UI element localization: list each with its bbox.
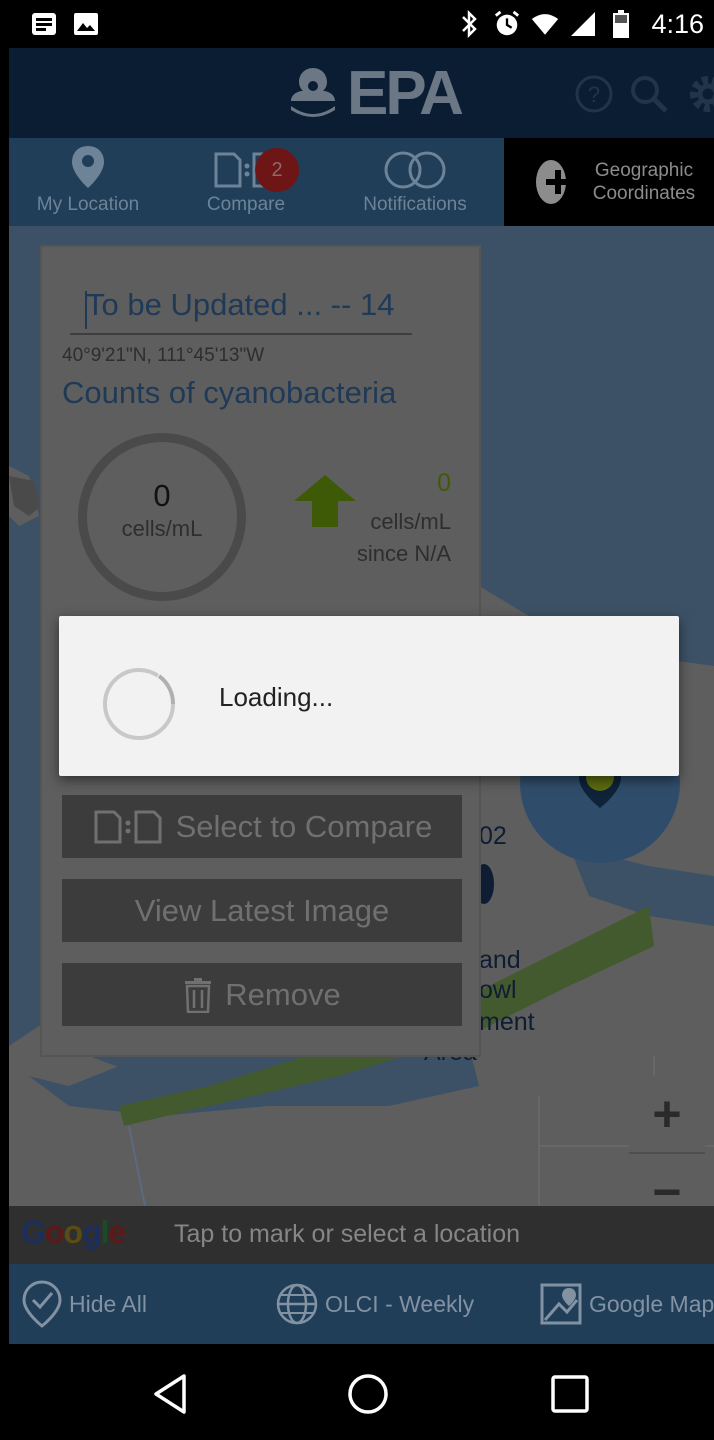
- location-coordinates: 40°9'21"N, 111°45'13"W: [62, 345, 265, 366]
- map-label-owl: owl: [479, 976, 517, 1004]
- app-header: EPA ?: [9, 48, 714, 138]
- zoom-in-button[interactable]: +: [629, 1076, 705, 1152]
- remove-button[interactable]: Remove: [62, 963, 462, 1026]
- cell-count-gauge: 0 cells/mL: [78, 433, 246, 601]
- view-latest-image-button[interactable]: View Latest Image: [62, 879, 462, 942]
- home-icon[interactable]: [346, 1372, 390, 1416]
- trash-icon: [185, 977, 212, 1013]
- geographic-coordinates-label: Geographic Coordinates: [592, 160, 696, 204]
- wifi-icon: [531, 10, 559, 38]
- trend-unit: cells/mL: [370, 509, 451, 534]
- map-label-02: 02: [479, 822, 507, 850]
- signal-icon: [569, 10, 597, 38]
- loading-dialog: Loading...: [59, 616, 679, 776]
- gear-icon[interactable]: [684, 72, 714, 121]
- image-icon: [72, 10, 100, 38]
- google-logo: Google: [21, 1214, 126, 1250]
- nav-my-location[interactable]: My Location: [29, 138, 147, 226]
- basemap-selector-button[interactable]: Google Map: [539, 1264, 714, 1344]
- text-cursor: [85, 291, 87, 329]
- layer-label: OLCI - Weekly: [325, 1290, 475, 1317]
- globe-icon: [276, 1283, 318, 1325]
- nav-notifications[interactable]: Notifications: [349, 138, 481, 226]
- checkmark-pin-icon: [22, 1280, 62, 1328]
- counts-title: Counts of cyanobacteria: [62, 375, 397, 410]
- layer-selector-button[interactable]: OLCI - Weekly: [275, 1264, 474, 1344]
- nav-bar: My Location Compare 2 Notifications Geog…: [9, 138, 714, 226]
- help-icon[interactable]: ?: [574, 74, 614, 119]
- battery-icon: [607, 10, 635, 38]
- bluetooth-icon: [455, 10, 483, 38]
- trend-since: since N/A: [356, 541, 451, 566]
- map-label-ment: ment: [479, 1008, 535, 1036]
- news-icon: [30, 10, 58, 38]
- hide-all-button[interactable]: Hide All: [21, 1264, 147, 1344]
- gauge-value: 0: [153, 478, 171, 513]
- epa-flower-icon: [291, 68, 335, 117]
- location-name-value: To be Updated ... -- 14: [86, 287, 395, 322]
- recents-icon[interactable]: [548, 1372, 592, 1416]
- geographic-coordinates-button[interactable]: Geographic Coordinates: [504, 138, 714, 226]
- gauge-unit: cells/mL: [121, 516, 203, 541]
- loading-spinner-icon: [103, 668, 176, 740]
- alarm-icon: [493, 10, 521, 38]
- svg-text:?: ?: [588, 82, 600, 107]
- nav-notifications-label: Notifications: [363, 194, 467, 215]
- compare-icon: [94, 810, 162, 843]
- loading-text: Loading...: [219, 682, 334, 712]
- android-nav-bar: [0, 1344, 714, 1440]
- notifications-rings-icon: [384, 151, 446, 189]
- compare-count-badge: 2: [255, 148, 299, 192]
- location-pin-icon: [72, 146, 104, 188]
- trend-up-arrow-icon: [292, 473, 358, 534]
- select-to-compare-label: Select to Compare: [175, 808, 433, 844]
- tap-hint: Tap to mark or select a location: [174, 1220, 520, 1248]
- select-to-compare-button[interactable]: Select to Compare: [62, 795, 462, 858]
- map-footer: Google Tap to mark or select a location: [9, 1206, 714, 1264]
- logo-text: EPA: [347, 58, 464, 128]
- view-latest-image-label: View Latest Image: [134, 892, 390, 928]
- nav-compare-label: Compare: [206, 194, 286, 215]
- hide-all-label: Hide All: [69, 1290, 147, 1317]
- back-icon[interactable]: [148, 1372, 192, 1416]
- status-time: 4:16: [651, 8, 704, 39]
- status-bar: 4:16: [0, 0, 714, 48]
- add-icon: [536, 160, 570, 204]
- trend-value: 0: [437, 469, 451, 497]
- search-icon[interactable]: [628, 73, 670, 120]
- basemap-label: Google Map: [589, 1290, 714, 1317]
- location-name-input[interactable]: To be Updated ... -- 14: [70, 283, 412, 335]
- bottom-toolbar: Hide All OLCI - Weekly Google Map: [9, 1264, 714, 1344]
- map-label-and: and: [479, 946, 521, 974]
- map-image-icon: [540, 1283, 582, 1325]
- epa-logo: EPA: [285, 59, 464, 128]
- remove-label: Remove: [225, 976, 341, 1012]
- screen-edge: [0, 48, 9, 1344]
- screen: 4:16 EPA ? My Location Compare 2 Notific…: [0, 0, 714, 1440]
- nav-my-location-label: My Location: [36, 194, 140, 215]
